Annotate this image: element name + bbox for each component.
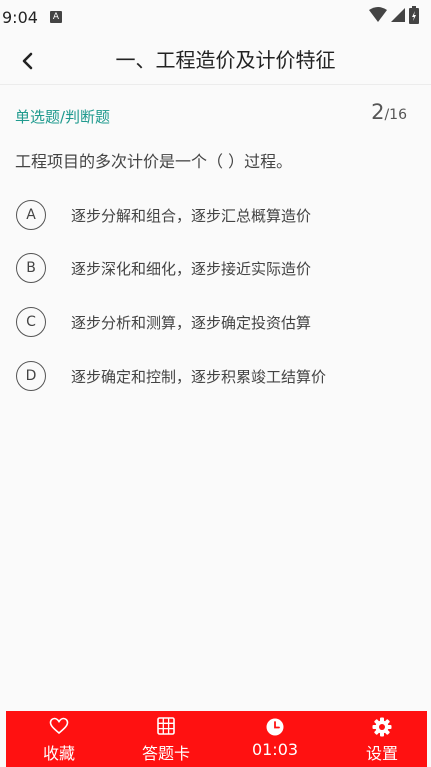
wifi-icon (369, 7, 387, 22)
gear-icon (372, 717, 392, 737)
option-letter-circle: D (16, 361, 46, 391)
status-icons (369, 6, 419, 24)
bottom-nav: 收藏 答题卡 01:03 设置 (6, 711, 427, 767)
option-text: 逐步深化和细化，逐步接近实际造价 (71, 260, 312, 278)
timer-label: 01:03 (251, 740, 299, 759)
notification-a-icon: A (50, 11, 62, 23)
favorite-tab[interactable]: 收藏 (14, 711, 104, 767)
settings-tab[interactable]: 设置 (337, 711, 427, 767)
page-title: 一、工程造价及计价特征 (115, 48, 336, 72)
favorite-label: 收藏 (42, 744, 75, 763)
answer-card-label: 答题卡 (141, 744, 190, 763)
current-question-number: 2 (371, 100, 385, 124)
option-text: 逐步分解和组合，逐步汇总概算造价 (71, 207, 312, 225)
option-d[interactable]: D 逐步确定和控制，逐步积累竣工结算价 (16, 361, 416, 397)
heart-icon (49, 717, 69, 735)
option-b[interactable]: B 逐步深化和细化，逐步接近实际造价 (16, 253, 416, 289)
option-text: 逐步分析和测算，逐步确定投资估算 (71, 314, 312, 332)
question-type-label: 单选题/判断题 (15, 108, 111, 126)
clock-icon (266, 718, 284, 736)
grid-icon (157, 717, 175, 735)
timer-tab[interactable]: 01:03 (230, 711, 320, 767)
total-questions: /16 (384, 107, 407, 123)
status-time: 9:04 (2, 8, 38, 27)
app-bar: 一、工程造价及计价特征 (0, 34, 431, 85)
status-bar: 9:04 A (0, 0, 431, 34)
option-text: 逐步确定和控制，逐步积累竣工结算价 (71, 368, 327, 386)
option-c[interactable]: C 逐步分析和测算，逐步确定投资估算 (16, 307, 416, 343)
option-letter-circle: A (16, 200, 46, 230)
question-progress: 2/16 (371, 100, 407, 124)
question-text: 工程项目的多次计价是一个（ ）过程。 (15, 152, 293, 171)
settings-label: 设置 (365, 744, 398, 763)
option-letter-circle: C (16, 307, 46, 337)
answer-card-tab[interactable]: 答题卡 (121, 711, 211, 767)
option-a[interactable]: A 逐步分解和组合，逐步汇总概算造价 (16, 200, 416, 236)
option-letter-circle: B (16, 253, 46, 283)
signal-icon (391, 8, 405, 22)
battery-icon (409, 6, 419, 24)
